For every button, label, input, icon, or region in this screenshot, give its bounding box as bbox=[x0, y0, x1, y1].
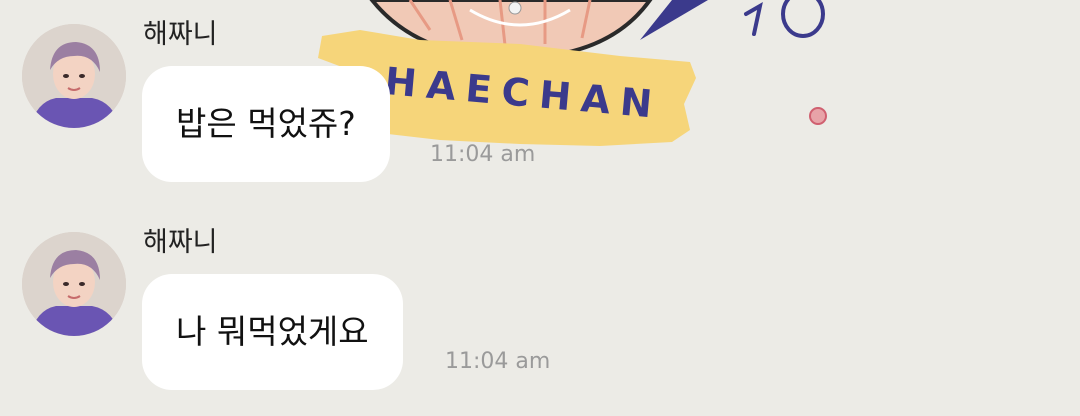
avatar-image bbox=[22, 24, 126, 128]
avatar-image bbox=[22, 232, 126, 336]
message-bubble[interactable]: 밥은 먹었쥬? bbox=[142, 66, 390, 182]
avatar[interactable] bbox=[22, 232, 126, 336]
avatar[interactable] bbox=[22, 24, 126, 128]
message-timestamp: 11:04 am bbox=[445, 349, 551, 374]
message-row: 해짜니 나 뭐먹었게요 11:04 am bbox=[0, 208, 1080, 408]
chat-area[interactable]: HAECHAN 해짜니 밥은 먹었쥬? 11:04 am 해짜니 나 뭐먹었게요… bbox=[0, 0, 1080, 416]
sender-name: 해짜니 bbox=[143, 227, 218, 258]
message-bubble[interactable]: 나 뭐먹었게요 bbox=[142, 274, 403, 390]
message-timestamp: 11:04 am bbox=[430, 142, 536, 167]
sender-name: 해짜니 bbox=[143, 19, 218, 50]
message-row: 해짜니 밥은 먹었쥬? 11:04 am bbox=[0, 0, 1080, 200]
